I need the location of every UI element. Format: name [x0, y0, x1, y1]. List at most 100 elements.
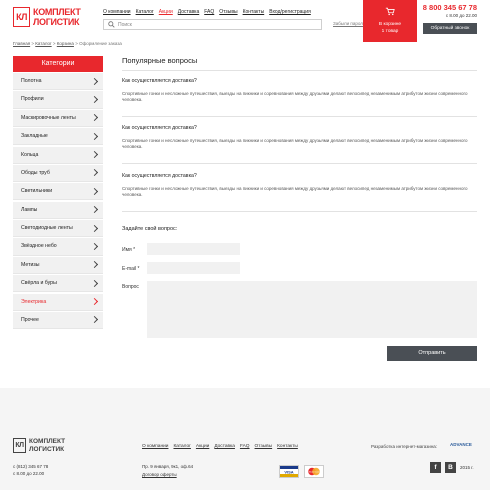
- sidebar-item[interactable]: Свёрла и буры: [13, 275, 103, 293]
- categories-title: Категории: [13, 56, 103, 72]
- callback-button[interactable]: Обратный звонок: [423, 23, 477, 34]
- footer-logo-line-1: КОМПЛЕКТ: [29, 438, 66, 445]
- chevron-right-icon: [90, 169, 99, 177]
- working-hours: с 8.00 до 22.00: [445, 13, 477, 18]
- question-field[interactable]: [147, 281, 477, 338]
- sidebar-item-label: Закладные: [21, 133, 48, 140]
- developer-logo[interactable]: ADVANCE: [450, 442, 472, 447]
- sidebar-item-label: Лампы: [21, 206, 38, 213]
- faq-question[interactable]: Как осуществляется доставка?: [122, 173, 197, 179]
- sidebar-item[interactable]: Маскировочные ленты: [13, 109, 103, 127]
- sidebar-item[interactable]: Лампы: [13, 201, 103, 219]
- sidebar-item[interactable]: Закладные: [13, 128, 103, 146]
- sidebar-item-label: Полотна: [21, 78, 42, 85]
- mastercard-text: MasterCard: [309, 470, 319, 473]
- name-label: Имя *: [122, 247, 136, 253]
- breadcrumb-link[interactable]: Корзина: [57, 41, 74, 46]
- email-label: E-mail *: [122, 266, 140, 272]
- sidebar-item-label: Свёрла и буры: [21, 280, 57, 287]
- mastercard-icon: MasterCard: [304, 465, 324, 478]
- offer-link[interactable]: Договор оферты: [142, 472, 177, 477]
- search-icon[interactable]: [108, 21, 115, 28]
- chevron-right-icon: [90, 298, 99, 306]
- footer-nav-link[interactable]: Каталог: [173, 444, 190, 449]
- vkontakte-icon[interactable]: В: [445, 462, 456, 473]
- visa-text: VISA: [284, 469, 293, 474]
- logo-text[interactable]: КОМПЛЕКТ ЛОГИСТИК: [33, 7, 81, 27]
- divider: [122, 211, 477, 212]
- cart-count[interactable]: 1 товар: [363, 29, 417, 34]
- sidebar-item-label: Ободы труб: [21, 169, 50, 176]
- sidebar-item-label: Профили: [21, 96, 44, 103]
- search-input[interactable]: [103, 19, 322, 30]
- footer-nav-link[interactable]: Доставка: [214, 444, 235, 449]
- breadcrumb-link[interactable]: Каталог: [35, 41, 51, 46]
- sidebar-item[interactable]: Профили: [13, 91, 103, 109]
- nav-link[interactable]: О компании: [103, 9, 131, 15]
- nav-link[interactable]: Доставка: [178, 9, 199, 15]
- visa-card-icon: VISA: [280, 466, 298, 477]
- sidebar-item-label: Электрика: [21, 298, 47, 305]
- footer-nav-link[interactable]: О компании: [142, 444, 168, 449]
- footer-logo-text[interactable]: КОМПЛЕКТ ЛОГИСТИК: [29, 438, 65, 453]
- logo-line-1: КОМПЛЕКТ: [33, 7, 81, 17]
- top-nav: О компании Каталог Акции Доставка FAQ Отзывы К…: [103, 9, 311, 15]
- logo-line-2: ЛОГИСТИК: [33, 17, 80, 27]
- nav-link[interactable]: Каталог: [136, 9, 154, 15]
- breadcrumb-current: Оформление заказа: [79, 41, 122, 46]
- footer-hours: с 8.00 до 22.00: [13, 471, 45, 476]
- chevron-right-icon: [90, 242, 99, 251]
- sidebar-item-label: Звёздное небо: [21, 243, 57, 250]
- cart-label[interactable]: В корзине: [363, 22, 417, 27]
- sidebar-item[interactable]: Метизы: [13, 256, 103, 274]
- breadcrumb-link[interactable]: Главная: [13, 41, 30, 46]
- faq-answer: Спортивные гонки и несложные путешествия…: [122, 91, 468, 102]
- name-field[interactable]: [147, 243, 240, 255]
- copyright-year: 2015 г.: [460, 465, 474, 470]
- chevron-right-icon: [90, 114, 99, 122]
- sidebar-item-label: Метизы: [21, 261, 40, 268]
- nav-link[interactable]: Вход/регистрация: [269, 9, 311, 15]
- submit-button[interactable]: Отправить: [387, 346, 477, 361]
- footer-logo-mark[interactable]: КЛ: [13, 438, 26, 453]
- faq-answer: Спортивные гонки и несложные путешествия…: [122, 186, 468, 197]
- sidebar-item[interactable]: Кольца: [13, 146, 103, 164]
- visa-icon: VISA: [279, 465, 299, 478]
- footer-nav-link[interactable]: FAQ: [240, 444, 250, 449]
- sidebar-item-label: Маскировочные ленты: [21, 114, 76, 121]
- sidebar-item[interactable]: Прочее: [13, 311, 103, 330]
- sidebar-item[interactable]: Электрика: [13, 293, 103, 311]
- sidebar-item[interactable]: Светильники: [13, 183, 103, 201]
- footer-nav-link[interactable]: Акции: [196, 444, 209, 449]
- chevron-right-icon: [90, 316, 99, 324]
- sidebar-item[interactable]: Светодиодные ленты: [13, 220, 103, 238]
- developer-credit: Разработка интернет-магазина:: [371, 444, 438, 449]
- chevron-right-icon: [90, 187, 99, 195]
- page-title: Популярные вопросы: [122, 56, 198, 65]
- footer-nav-link[interactable]: Отзывы: [255, 444, 273, 449]
- nav-link[interactable]: Контакты: [243, 9, 265, 15]
- mastercard-card-icon: MasterCard: [308, 467, 320, 476]
- faq-question[interactable]: Как осуществляется доставка?: [122, 125, 197, 131]
- chevron-right-icon: [90, 206, 99, 214]
- faq-question[interactable]: Как осуществляется доставка?: [122, 78, 197, 84]
- sidebar-item-label: Кольца: [21, 151, 39, 158]
- footer-phone[interactable]: с (812) 345 67 78: [13, 464, 48, 469]
- nav-link[interactable]: Отзывы: [219, 9, 237, 15]
- sidebar-item[interactable]: Звёздное небо: [13, 238, 103, 256]
- logo-mark[interactable]: КЛ: [14, 8, 29, 26]
- phone-number[interactable]: 8 800 345 67 78: [419, 3, 477, 12]
- sidebar-item-label: Прочее: [21, 316, 39, 323]
- search-placeholder[interactable]: Поиск: [118, 22, 132, 28]
- facebook-icon[interactable]: f: [430, 462, 441, 473]
- nav-link[interactable]: Акции: [159, 9, 173, 15]
- sidebar-item[interactable]: Полотна: [13, 73, 103, 91]
- faq-answer: Спортивные гонки и несложные путешествия…: [122, 138, 468, 149]
- chevron-right-icon: [90, 132, 99, 140]
- sidebar-item[interactable]: Ободы труб: [13, 164, 103, 183]
- footer-nav-link[interactable]: Контакты: [277, 444, 298, 449]
- chevron-right-icon: [90, 224, 99, 232]
- email-field[interactable]: [147, 262, 240, 274]
- sidebar-item-label: Светодиодные ленты: [21, 225, 73, 232]
- nav-link[interactable]: FAQ: [204, 9, 214, 15]
